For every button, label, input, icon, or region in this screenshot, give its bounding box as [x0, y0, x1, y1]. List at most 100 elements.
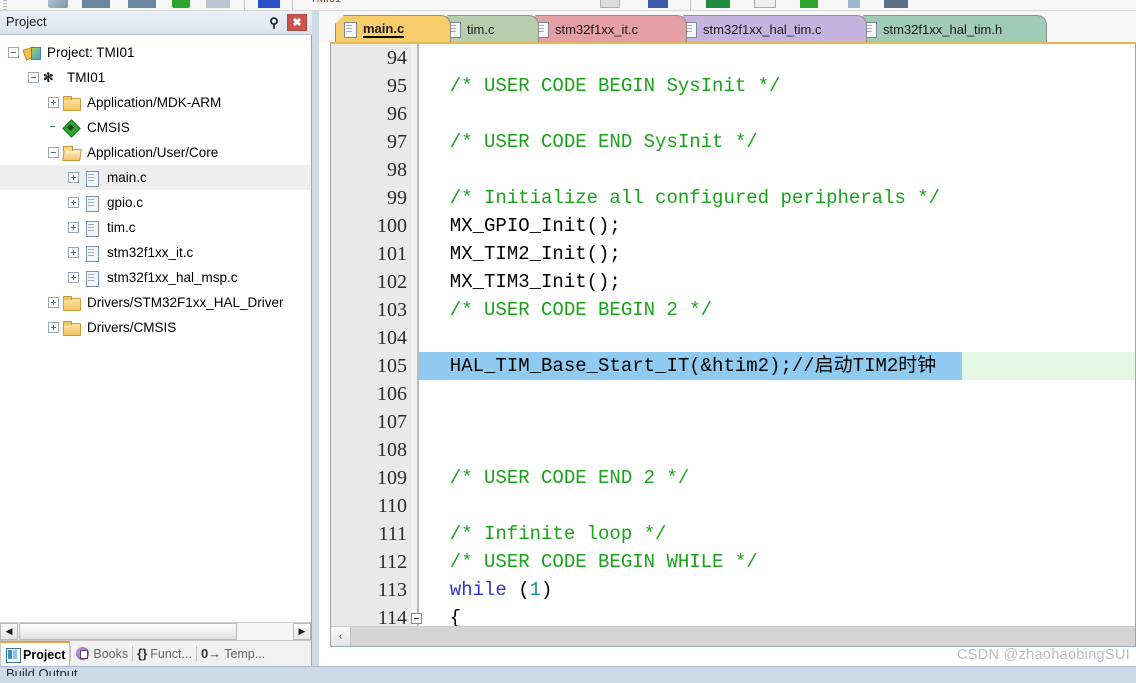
build-output-panel: Build Output [0, 666, 1136, 683]
code-line[interactable]: 99 /* Initialize all configured peripher… [331, 184, 1135, 212]
toolbar-grip[interactable] [3, 0, 7, 10]
tree-item-label: Project: TMI01 [47, 45, 135, 60]
tree-item-application-user-core[interactable]: Application/User/Core [0, 140, 311, 165]
expand-icon[interactable] [68, 172, 79, 183]
tree-item-label: stm32f1xx_hal_msp.c [107, 270, 238, 285]
code-token: MX_TIM2_Init(); [427, 243, 621, 265]
tree-item-label: TMI01 [67, 70, 106, 85]
code-line[interactable]: 95 /* USER CODE BEGIN SysInit */ [331, 72, 1135, 100]
manage-project-icon[interactable] [648, 0, 668, 8]
code-token: MX_TIM3_Init(); [427, 271, 621, 293]
tree-item-cmsis[interactable]: CMSIS [0, 115, 311, 140]
code-line[interactable]: 108 [331, 436, 1135, 464]
editor-tab-main-c[interactable]: main.c [335, 15, 451, 42]
code-line[interactable]: 100 MX_GPIO_Init(); [331, 212, 1135, 240]
editor-scroll-left-icon[interactable]: ‹ [331, 627, 351, 646]
tree-item-tmi01[interactable]: ✻ TMI01 [0, 65, 311, 90]
editor-hscrollbar[interactable]: ‹ [331, 626, 1135, 646]
build-icon[interactable] [48, 0, 68, 8]
config-wizard-icon[interactable] [884, 0, 908, 8]
line-number: 107 [377, 411, 407, 433]
editor-tab-stm32f1xx_hal_tim-h[interactable]: stm32f1xx_hal_tim.h [855, 15, 1047, 42]
collapse-icon[interactable] [28, 72, 39, 83]
help-icon[interactable] [848, 0, 860, 8]
editor-tabbar[interactable]: main.c tim.c stm32f1xx_it.c stm32f1xx_hal_t… [319, 11, 1136, 42]
project-tree[interactable]: Project: TMI01 ✻ TMI01 Application/MDK-ARM C… [0, 36, 311, 627]
code-line[interactable]: 105 HAL_TIM_Base_Start_IT(&htim2);//启动TI… [331, 352, 1135, 380]
toolbar[interactable]: TMI01 [0, 0, 1136, 11]
project-tree-hscrollbar[interactable]: ◀ ▶ [0, 622, 311, 640]
tree-item-label: main.c [107, 170, 147, 185]
tree-item-project-tmi01[interactable]: Project: TMI01 [0, 40, 311, 65]
scroll-left-arrow-icon[interactable]: ◀ [0, 623, 18, 640]
rebuild-icon[interactable] [82, 0, 110, 8]
batch-build-icon[interactable] [128, 0, 156, 8]
jump-icon[interactable] [258, 0, 280, 8]
window-icon[interactable] [754, 0, 776, 8]
scroll-right-arrow-icon[interactable]: ▶ [293, 623, 311, 640]
project-tab-icon [5, 647, 21, 663]
tree-item-main-c[interactable]: main.c [0, 165, 311, 190]
tree-item-gpio-c[interactable]: gpio.c [0, 190, 311, 215]
line-number: 99 [387, 187, 407, 209]
editor-scroll-track[interactable] [351, 627, 1135, 646]
code-line[interactable]: 106 [331, 380, 1135, 408]
pin-icon[interactable]: ⚲ [266, 15, 282, 31]
code-line[interactable]: 113 while (1) [331, 576, 1135, 604]
toolbar-separator-1 [244, 0, 245, 10]
collapse-icon[interactable] [8, 47, 19, 58]
expand-icon[interactable] [48, 297, 59, 308]
expand-icon[interactable] [48, 97, 59, 108]
stop-build-icon[interactable] [206, 0, 230, 8]
debug-icon[interactable] [800, 0, 818, 8]
code-line[interactable]: 103 /* USER CODE BEGIN 2 */ [331, 296, 1135, 324]
code-line[interactable]: 101 MX_TIM2_Init(); [331, 240, 1135, 268]
tree-item-stm32f1xx-it-c[interactable]: stm32f1xx_it.c [0, 240, 311, 265]
scroll-track[interactable] [238, 623, 293, 640]
collapse-icon[interactable] [48, 147, 59, 158]
code-line[interactable]: 102 MX_TIM3_Init(); [331, 268, 1135, 296]
code-line[interactable]: 104 [331, 324, 1135, 352]
options-icon[interactable] [600, 0, 620, 8]
editor-tab-stm32f1xx_hal_tim-c[interactable]: stm32f1xx_hal_tim.c [675, 15, 867, 42]
code-lines[interactable]: 94 95 /* USER CODE BEGIN SysInit */ 96 97 /… [331, 44, 1135, 646]
download-icon[interactable] [172, 0, 190, 8]
project-panel-tabs[interactable]: Project Books{} Funct... 0→ Temp... [0, 640, 311, 666]
tree-item-tim-c[interactable]: tim.c [0, 215, 311, 240]
expand-icon[interactable] [48, 322, 59, 333]
code-line[interactable]: 98 [331, 156, 1135, 184]
expand-icon[interactable] [68, 222, 79, 233]
code-line[interactable]: 97 /* USER CODE END SysInit */ [331, 128, 1135, 156]
code-line[interactable]: 109 /* USER CODE END 2 */ [331, 464, 1135, 492]
target-selector[interactable]: TMI01 [310, 0, 372, 7]
panel-tab-project[interactable]: Project [0, 641, 71, 666]
expand-icon[interactable] [68, 272, 79, 283]
close-icon[interactable]: ✖ [287, 14, 307, 31]
panel-tab-books[interactable]: Books [71, 641, 132, 666]
tree-item-drivers-stm32f1xx-hal-driver[interactable]: Drivers/STM32F1xx_HAL_Driver [0, 290, 311, 315]
code-line[interactable]: 107 [331, 408, 1135, 436]
code-line[interactable]: 111 /* Infinite loop */ [331, 520, 1135, 548]
code-line[interactable]: 96 [331, 100, 1135, 128]
code-line[interactable]: 94 [331, 44, 1135, 72]
code-line[interactable]: 110 [331, 492, 1135, 520]
toolbar-separator-3 [690, 0, 691, 10]
project-panel-title: Project [6, 14, 47, 29]
fold-toggle-icon[interactable] [411, 613, 422, 624]
code-editor[interactable]: 94 95 /* USER CODE BEGIN SysInit */ 96 97 /… [330, 42, 1136, 647]
panel-tab-temp[interactable]: 0→ Temp... [197, 641, 269, 666]
editor-tab-label: stm32f1xx_hal_tim.c [703, 21, 822, 37]
expand-icon[interactable] [68, 197, 79, 208]
code-line[interactable]: 112 /* USER CODE BEGIN WHILE */ [331, 548, 1135, 576]
scroll-thumb[interactable] [19, 623, 237, 640]
line-number: 108 [377, 439, 407, 461]
editor-tab-tim-c[interactable]: tim.c [439, 15, 539, 42]
tree-item-drivers-cmsis[interactable]: Drivers/CMSIS [0, 315, 311, 340]
expand-icon[interactable] [68, 247, 79, 258]
tree-item-label: Drivers/STM32F1xx_HAL_Driver [87, 295, 284, 310]
editor-tab-stm32f1xx_it-c[interactable]: stm32f1xx_it.c [527, 15, 687, 42]
pack-installer-icon[interactable] [706, 0, 730, 8]
tree-item-application-mdk-arm[interactable]: Application/MDK-ARM [0, 90, 311, 115]
tree-item-stm32f1xx-hal-msp-c[interactable]: stm32f1xx_hal_msp.c [0, 265, 311, 290]
panel-tab-funct[interactable]: {} Funct... [133, 641, 196, 666]
